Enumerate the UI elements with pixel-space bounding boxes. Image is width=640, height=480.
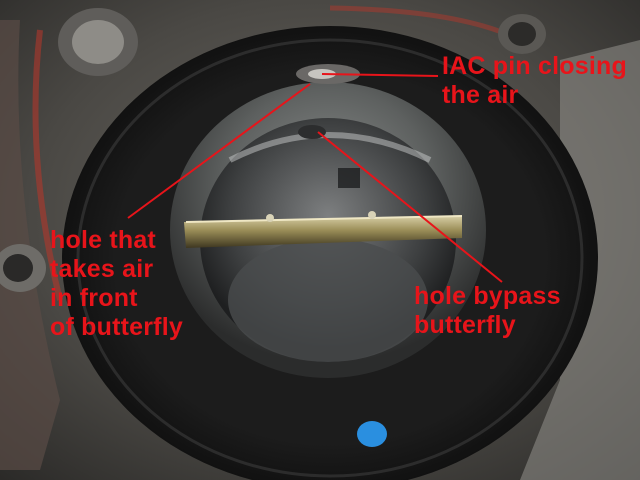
bolt-hole-top-left <box>58 8 138 76</box>
bypass-channel <box>338 168 360 188</box>
hole-air-label: hole that takes air in front of butterfl… <box>50 226 183 342</box>
hole-air-label-line4: of butterfly <box>50 313 183 341</box>
plate-screw <box>368 211 376 219</box>
bypass-hole-label: hole bypass butterfly <box>414 282 561 340</box>
plate-screw <box>266 214 274 222</box>
blue-marker <box>357 421 387 447</box>
hole-air-label-line3: in front <box>50 284 138 312</box>
intake-passage <box>228 238 428 362</box>
hole-air-label-line1: hole that <box>50 226 156 254</box>
hole-air-label-line2: takes air <box>50 255 154 283</box>
iac-label-line2: the air <box>442 81 519 109</box>
bypass-label-line2: butterfly <box>414 311 516 339</box>
bolt-hole-top-right <box>498 14 546 54</box>
iac-pin-label: IAC pin closing the air <box>442 52 627 110</box>
bypass-hole <box>298 125 326 139</box>
iac-label-line1: IAC pin closing <box>442 52 627 80</box>
bypass-label-line1: hole bypass <box>414 282 561 310</box>
